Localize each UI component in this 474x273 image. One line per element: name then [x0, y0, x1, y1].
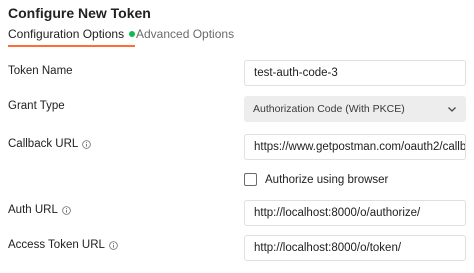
tab-label: Configuration Options: [8, 27, 125, 41]
info-icon[interactable]: [82, 139, 92, 149]
token-name-label-text: Token Name: [8, 65, 73, 77]
callback-url-label: Callback URL: [8, 138, 92, 150]
callback-url-input[interactable]: https://www.getpostman.com/oauth2/callba…: [244, 134, 466, 160]
info-icon[interactable]: [62, 205, 71, 215]
tab-bar: Configuration Options Advanced Options: [0, 25, 474, 47]
active-tab-indicator: [8, 45, 136, 47]
auth-url-label: Auth URL: [8, 204, 71, 216]
auth-url-label-text: Auth URL: [8, 204, 58, 216]
grant-type-value: Authorization Code (With PKCE): [253, 103, 405, 115]
callback-url-label-text: Callback URL: [8, 138, 79, 150]
access-token-url-input[interactable]: http://localhost:8000/o/token/: [244, 235, 466, 261]
authorize-browser-checkbox[interactable]: [244, 173, 257, 186]
token-name-label: Token Name: [8, 65, 73, 77]
tab-configuration-options[interactable]: Configuration Options: [8, 25, 136, 47]
tab-advanced-options[interactable]: Advanced Options: [136, 25, 234, 45]
access-token-url-label: Access Token URL: [8, 239, 118, 251]
grant-type-select[interactable]: Authorization Code (With PKCE): [244, 96, 466, 122]
info-icon[interactable]: [109, 240, 118, 250]
access-token-url-label-text: Access Token URL: [8, 239, 105, 251]
grant-type-label-text: Grant Type: [8, 100, 65, 112]
grant-type-label: Grant Type: [8, 100, 65, 112]
status-dot-icon: [129, 31, 136, 37]
authorize-browser-label: Authorize using browser: [265, 173, 389, 186]
chevron-down-icon: [448, 107, 456, 112]
page-title: Configure New Token: [8, 5, 151, 21]
tab-label: Advanced Options: [136, 27, 235, 41]
authorize-browser-option[interactable]: Authorize using browser: [244, 173, 388, 186]
token-name-input[interactable]: test-auth-code-3: [244, 60, 466, 86]
auth-url-input[interactable]: http://localhost:8000/o/authorize/: [244, 200, 466, 226]
